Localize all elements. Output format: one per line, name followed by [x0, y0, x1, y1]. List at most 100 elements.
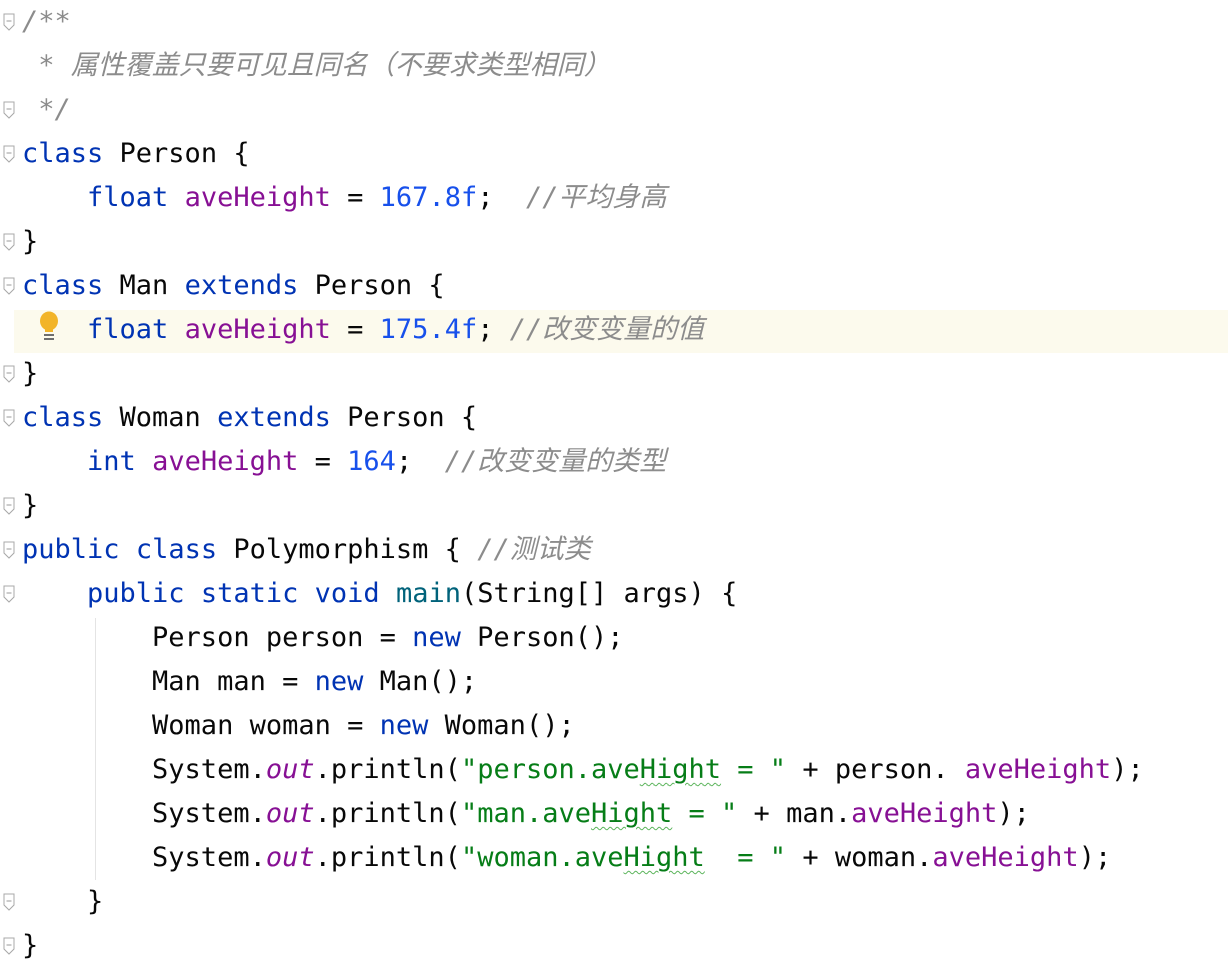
code-token: Person { [330, 402, 478, 433]
code-line[interactable]: } [22, 484, 38, 528]
code-token: ); [997, 798, 1030, 829]
code-token: Polymorphism { [217, 534, 478, 565]
code-line[interactable]: float aveHeight = 175.4f; //改变变量的值 [22, 308, 704, 352]
code-token: + man. [737, 798, 852, 829]
code-token: 167.8f [379, 182, 478, 213]
code-token: System. [22, 842, 266, 873]
code-token: //改变变量的类型 [444, 446, 667, 477]
code-line[interactable]: Man man = new Man(); [22, 660, 477, 704]
code-token: Man(); [363, 666, 478, 697]
code-line[interactable]: float aveHeight = 167.8f; //平均身高 [22, 176, 667, 220]
code-token: float [87, 182, 169, 213]
code-token: } [22, 226, 39, 257]
code-token: } [22, 930, 39, 961]
code-token: class [22, 138, 104, 169]
code-token: = " [721, 754, 787, 785]
code-token: ); [1078, 842, 1112, 873]
code-token: } [22, 358, 39, 389]
code-token: + woman. [786, 842, 933, 873]
code-token: void [314, 578, 380, 609]
code-token: 164 [347, 446, 396, 477]
editor-gutter [0, 0, 18, 960]
code-token: aveHeight [184, 314, 331, 345]
code-token: //平均身高 [526, 182, 667, 213]
fold-marker-icon[interactable] [2, 365, 16, 383]
code-token: class [22, 402, 104, 433]
code-line[interactable]: * 属性覆盖只要可见且同名（不要求类型相同） [22, 44, 611, 88]
code-token: .println( [314, 798, 461, 829]
fold-marker-icon[interactable] [2, 233, 16, 251]
code-line[interactable]: Person person = new Person(); [22, 616, 623, 660]
code-line[interactable]: System.out.println("woman.aveHight = " +… [22, 836, 1111, 880]
code-token: ; [477, 182, 526, 213]
code-line[interactable]: */ [22, 88, 71, 132]
fold-marker-icon[interactable] [2, 893, 16, 911]
code-token: * 属性覆盖只要可见且同名（不要求类型相同） [22, 50, 611, 81]
code-token: "woman.ave [460, 842, 624, 873]
fold-marker-icon[interactable] [2, 145, 16, 163]
code-token: = [330, 314, 380, 345]
fold-marker-icon[interactable] [2, 497, 16, 515]
code-token: ; [477, 314, 510, 345]
fold-marker-icon[interactable] [2, 585, 16, 603]
fold-marker-icon[interactable] [2, 409, 16, 427]
code-token: = [330, 182, 380, 213]
code-line[interactable]: System.out.println("person.aveHight = " … [22, 748, 1144, 792]
code-token: System. [22, 798, 266, 829]
code-token: Person(); [460, 622, 624, 653]
code-token: } [22, 490, 39, 521]
code-token: Woman(); [428, 710, 575, 741]
code-token: /** [22, 6, 71, 37]
code-line[interactable]: class Man extends Person { [22, 264, 445, 308]
code-token: class [135, 534, 218, 565]
code-token: Man [103, 270, 185, 301]
code-line[interactable]: } [22, 880, 103, 924]
code-token: aveHeight [932, 842, 1079, 873]
code-token: out [265, 798, 315, 829]
fold-marker-icon[interactable] [2, 937, 16, 955]
code-line[interactable]: Woman woman = new Woman(); [22, 704, 575, 748]
code-token: //测试类 [477, 534, 591, 565]
code-token: extends [217, 402, 331, 433]
code-line[interactable]: } [22, 924, 38, 968]
code-token: Hight [590, 798, 673, 829]
fold-marker-icon[interactable] [2, 13, 16, 31]
fold-marker-icon[interactable] [2, 541, 16, 559]
code-line[interactable]: int aveHeight = 164; //改变变量的类型 [22, 440, 666, 484]
code-line[interactable]: class Woman extends Person { [22, 396, 477, 440]
code-token: out [265, 754, 315, 785]
code-line[interactable]: /** [22, 0, 71, 44]
code-token: Woman [103, 402, 218, 433]
code-token: .println( [314, 754, 461, 785]
code-token: Person { [298, 270, 445, 301]
code-token: ); [1111, 754, 1144, 785]
code-token: aveHeight [851, 798, 998, 829]
code-token: static [200, 578, 299, 609]
code-token: "man.ave [460, 798, 591, 829]
code-line[interactable]: public class Polymorphism { //测试类 [22, 528, 591, 572]
code-line[interactable]: public static void main(String[] args) { [22, 572, 737, 616]
code-token: new [314, 666, 364, 697]
code-token: Man man = [22, 666, 315, 697]
code-line[interactable]: System.out.println("man.aveHight = " + m… [22, 792, 1030, 836]
code-line[interactable]: } [22, 352, 38, 396]
code-token: } [22, 886, 104, 917]
code-token: "person.ave [460, 754, 640, 785]
code-token: + person. [786, 754, 965, 785]
fold-marker-icon[interactable] [2, 101, 16, 119]
code-token: main [395, 578, 461, 609]
code-editor[interactable]: /** * 属性覆盖只要可见且同名（不要求类型相同） */ class Perso… [0, 0, 1228, 961]
code-line[interactable]: } [22, 220, 38, 264]
code-line[interactable]: class Person { [22, 132, 250, 176]
code-token: float [87, 314, 169, 345]
code-token: //改变变量的值 [509, 314, 705, 345]
fold-marker-icon[interactable] [2, 277, 16, 295]
code-token: public [87, 578, 185, 609]
